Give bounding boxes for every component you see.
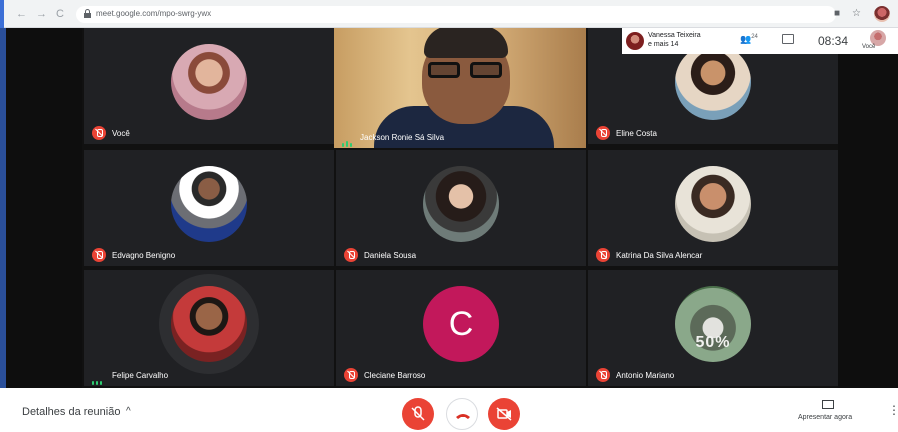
avatar: 50% (675, 286, 751, 362)
mic-off-icon (596, 368, 610, 382)
participant-tile[interactable]: 50% Antonio Mariano (588, 270, 838, 386)
meeting-stage: Você Jackson Ronie Sá Silva Eline Costa … (0, 28, 898, 388)
mic-off-icon (344, 368, 358, 382)
self-view-thumb[interactable]: Você (862, 30, 886, 52)
hang-up-icon (456, 414, 470, 419)
camera-blocked-icon[interactable]: ■ (834, 8, 840, 20)
participant-tile[interactable]: Você (84, 28, 334, 144)
participant-name: Katrina Da Silva Alencar (616, 251, 703, 260)
url-text: meet.google.com/mpo-swrg-ywx (96, 9, 212, 18)
avatar (171, 44, 247, 120)
audio-level-icon (92, 372, 106, 385)
present-screen-icon (822, 400, 834, 409)
mic-off-icon (92, 126, 106, 140)
avatar-badge-text: 50% (695, 334, 731, 351)
more-options-icon[interactable]: ⋮ (888, 404, 898, 416)
meeting-controls-bar: Detalhes da reunião ^ Apresentar agora ⋮ (0, 388, 898, 432)
video-person-glasses (428, 62, 504, 80)
participant-name: Eline Costa (616, 129, 657, 138)
participant-tile[interactable]: Katrina Da Silva Alencar (588, 150, 838, 266)
present-now-label: Apresentar agora (798, 414, 853, 421)
participant-name: Daniela Sousa (364, 251, 417, 260)
presenter-avatar (626, 32, 644, 50)
address-bar[interactable]: meet.google.com/mpo-swrg-ywx (76, 6, 836, 23)
avatar (675, 44, 751, 120)
meeting-clock: 08:34 (818, 34, 849, 48)
participant-name: Você (112, 129, 130, 138)
people-button[interactable]: 👥24 (740, 34, 758, 45)
mic-off-icon (411, 406, 425, 421)
presenter-name: Vanessa Teixeira (648, 32, 701, 39)
avatar (171, 286, 247, 362)
people-count: 24 (751, 34, 758, 40)
meet-window: ← → C meet.google.com/mpo-swrg-ywx ■ ☆ V… (0, 0, 898, 432)
avatar (171, 166, 247, 242)
window-edge (0, 0, 4, 28)
camera-toggle-button[interactable] (488, 398, 520, 430)
mic-off-icon (596, 248, 610, 262)
letter-avatar: C (423, 286, 499, 362)
mic-off-icon (596, 126, 610, 140)
avatar (423, 166, 499, 242)
video-person-hair (424, 28, 508, 58)
presenter-info: Vanessa Teixeira e mais 14 (648, 31, 738, 49)
self-label: Você (862, 44, 876, 50)
lock-icon (84, 9, 91, 18)
star-icon[interactable]: ☆ (852, 8, 861, 20)
forward-icon[interactable]: → (36, 8, 47, 20)
mic-toggle-button[interactable] (402, 398, 434, 430)
stage-margin-left (6, 28, 82, 388)
participant-tile[interactable]: Daniela Sousa (336, 150, 586, 266)
participant-tile[interactable]: Edvagno Benigno (84, 150, 334, 266)
avatar (675, 166, 751, 242)
back-icon[interactable]: ← (16, 8, 27, 20)
participant-name: Jackson Ronie Sá Silva (360, 133, 445, 142)
participant-name: Felipe Carvalho (112, 371, 169, 380)
browser-profile-avatar[interactable] (874, 6, 890, 22)
mic-off-icon (344, 248, 358, 262)
participant-name: Edvagno Benigno (112, 251, 176, 260)
presenter-extra-count: e mais 14 (648, 41, 679, 48)
participant-name: Cleciane Barroso (364, 371, 426, 380)
participant-tile[interactable]: C Cleciane Barroso (336, 270, 586, 386)
camera-off-icon (496, 407, 512, 421)
participant-tile[interactable]: Felipe Carvalho (84, 270, 334, 386)
mic-off-icon (92, 248, 106, 262)
meeting-details-button[interactable]: Detalhes da reunião (22, 406, 120, 418)
reload-icon[interactable]: C (56, 8, 64, 20)
participant-video-tile[interactable]: Jackson Ronie Sá Silva (334, 28, 586, 148)
browser-toolbar: ← → C meet.google.com/mpo-swrg-ywx ■ ☆ (0, 0, 898, 28)
chevron-up-icon[interactable]: ^ (126, 406, 131, 417)
meeting-info-overlay: Vanessa Teixeira e mais 14 👥24 08:34 Voc… (622, 28, 898, 54)
leave-call-button[interactable] (446, 398, 478, 430)
audio-level-icon (342, 134, 356, 147)
participant-name: Antonio Mariano (616, 371, 675, 380)
stage-margin-right (838, 28, 898, 388)
chat-icon[interactable] (782, 34, 794, 44)
